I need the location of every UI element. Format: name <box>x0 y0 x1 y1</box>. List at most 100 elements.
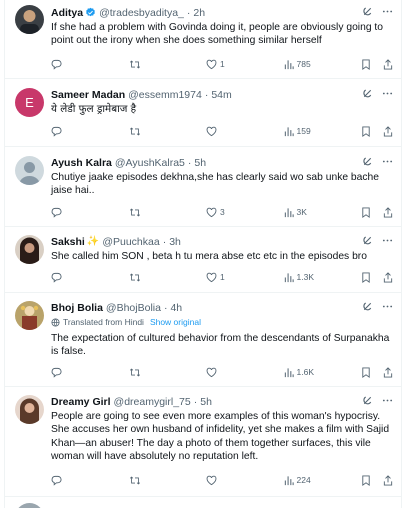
share-icon[interactable] <box>383 58 393 70</box>
display-name[interactable]: Aditya <box>51 7 83 19</box>
bookmark-icon[interactable] <box>361 58 371 70</box>
grok-icon[interactable] <box>362 395 373 406</box>
bookmark-icon[interactable] <box>361 271 371 283</box>
views-icon <box>284 272 294 282</box>
avatar[interactable] <box>15 235 44 264</box>
like-count: 1 <box>220 272 225 282</box>
display-name[interactable]: Sameer Madan <box>51 89 125 101</box>
tweet[interactable]: Ayush Kalra @AyushKalra5 · 5h Chutiye ja… <box>5 147 401 227</box>
reply-icon <box>51 367 62 378</box>
like-button[interactable] <box>206 126 238 137</box>
tweet-actions: 1.6K <box>51 365 393 379</box>
timestamp[interactable]: 54m <box>211 89 231 101</box>
timestamp[interactable]: 2h <box>193 7 205 19</box>
more-icon[interactable] <box>382 6 393 17</box>
view-count: 1.3K <box>296 272 315 282</box>
grok-icon[interactable] <box>362 6 373 17</box>
views-button[interactable]: 3K <box>284 207 316 218</box>
reply-button[interactable] <box>51 207 83 218</box>
like-icon <box>206 126 217 136</box>
retweet-button[interactable] <box>129 475 161 486</box>
reply-button[interactable] <box>51 367 83 378</box>
grok-icon[interactable] <box>362 301 373 312</box>
tweet-partial[interactable] <box>5 497 401 508</box>
reply-button[interactable] <box>51 126 83 137</box>
timestamp[interactable]: 5h <box>194 157 206 169</box>
share-icon[interactable] <box>383 125 393 137</box>
reply-button[interactable] <box>51 59 83 70</box>
views-icon <box>284 207 294 217</box>
handle[interactable]: @essemm1974 <box>128 89 202 101</box>
display-name[interactable]: Sakshi <box>51 236 85 248</box>
tweet[interactable]: Aditya @tradesbyaditya_ · 2h If she had … <box>5 0 401 79</box>
view-count: 159 <box>296 126 311 136</box>
more-icon[interactable] <box>382 301 393 312</box>
retweet-button[interactable] <box>129 272 161 283</box>
more-icon[interactable] <box>382 88 393 99</box>
retweet-button[interactable] <box>129 367 161 378</box>
views-button[interactable]: 224 <box>284 475 316 486</box>
display-name[interactable]: Dreamy Girl <box>51 396 111 408</box>
bookmark-icon[interactable] <box>361 125 371 137</box>
share-icon[interactable] <box>383 366 393 378</box>
reply-button[interactable] <box>51 475 83 486</box>
tweet[interactable]: E Sameer Madan @essemm1974 · 54m ये लेडी… <box>5 79 401 147</box>
tweet[interactable]: Dreamy Girl @dreamygirl_75 · 5h People a… <box>5 387 401 497</box>
avatar-letter: E <box>25 95 34 110</box>
share-icon[interactable] <box>383 474 393 486</box>
display-name[interactable]: Bhoj Bolia <box>51 302 103 314</box>
bookmark-icon[interactable] <box>361 366 371 378</box>
timestamp[interactable]: 3h <box>169 236 181 248</box>
like-button[interactable]: 1 <box>206 59 238 70</box>
share-icon[interactable] <box>383 271 393 283</box>
tweet-text: People are going to see even more exampl… <box>51 411 390 463</box>
tweet-header: Sakshi ✨ @Puuchkaa · 3h <box>51 235 393 248</box>
retweet-icon <box>129 367 140 377</box>
avatar[interactable] <box>15 301 44 330</box>
reply-button[interactable] <box>51 272 83 283</box>
show-original-link[interactable]: Show original <box>150 317 201 327</box>
grok-icon[interactable] <box>362 88 373 99</box>
timestamp[interactable]: 4h <box>170 302 182 314</box>
more-icon[interactable] <box>382 395 393 406</box>
grok-icon[interactable] <box>362 156 373 167</box>
tweet[interactable]: Bhoj Bolia @BhojBolia · 4h Translated fr… <box>5 293 401 387</box>
avatar[interactable] <box>15 395 44 424</box>
views-button[interactable]: 1.3K <box>284 272 316 283</box>
tweet-actions: 224 <box>51 473 393 487</box>
like-count: 1 <box>220 59 225 69</box>
retweet-button[interactable] <box>129 126 161 137</box>
views-button[interactable]: 1.6K <box>284 367 316 378</box>
avatar[interactable] <box>15 503 44 508</box>
avatar[interactable] <box>15 5 44 34</box>
bookmark-icon[interactable] <box>361 206 371 218</box>
retweet-button[interactable] <box>129 59 161 70</box>
timestamp[interactable]: 5h <box>200 396 212 408</box>
views-button[interactable]: 785 <box>284 59 316 70</box>
separator-dot: · <box>186 6 191 19</box>
like-button[interactable]: 1 <box>206 272 238 283</box>
handle[interactable]: @AyushKalra5 <box>115 157 185 169</box>
display-name[interactable]: Ayush Kalra <box>51 157 112 169</box>
bookmark-icon[interactable] <box>361 474 371 486</box>
more-icon[interactable] <box>382 156 393 167</box>
avatar[interactable] <box>15 156 44 185</box>
like-button[interactable] <box>206 475 238 486</box>
handle[interactable]: @dreamygirl_75 <box>114 396 191 408</box>
handle[interactable]: @Puuchkaa <box>102 236 159 248</box>
retweet-button[interactable] <box>129 207 161 218</box>
avatar[interactable]: E <box>15 88 44 117</box>
tweet-header: Ayush Kalra @AyushKalra5 · 5h <box>51 156 393 169</box>
share-icon[interactable] <box>383 206 393 218</box>
retweet-icon <box>129 126 140 136</box>
grok-icon[interactable] <box>362 235 373 246</box>
views-button[interactable]: 159 <box>284 126 316 137</box>
more-icon[interactable] <box>382 235 393 246</box>
like-button[interactable]: 3 <box>206 207 238 218</box>
reply-icon <box>51 272 62 283</box>
views-icon <box>284 126 294 136</box>
handle[interactable]: @BhojBolia <box>106 302 161 314</box>
handle[interactable]: @tradesbyaditya_ <box>99 7 184 19</box>
like-button[interactable] <box>206 367 238 378</box>
tweet[interactable]: Sakshi ✨ @Puuchkaa · 3h She called him S… <box>5 227 401 293</box>
